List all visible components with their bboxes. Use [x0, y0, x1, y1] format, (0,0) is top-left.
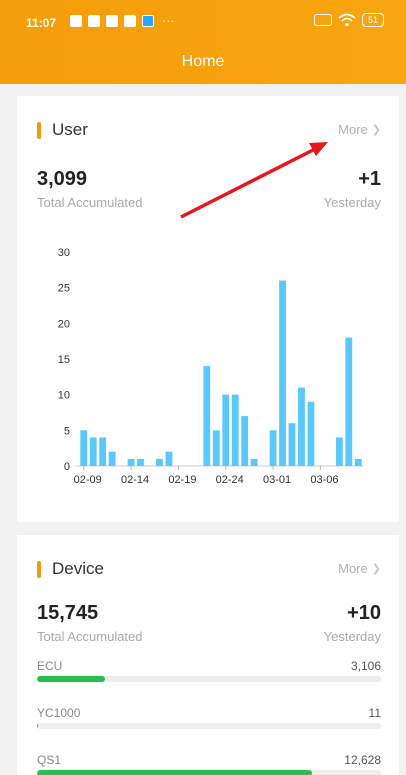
chart-bar-02-24[interactable] — [222, 394, 230, 466]
x-tick-label: 03-01 — [263, 474, 291, 486]
chart-bar-02-10[interactable] — [89, 437, 97, 466]
device-bar-fill — [37, 676, 105, 682]
x-tick-label: 02-09 — [74, 474, 102, 486]
device-bar-fill — [37, 770, 313, 775]
system-icons: 51 — [313, 13, 384, 27]
sim-icon — [313, 14, 332, 26]
device-delta-label: Yesterday — [323, 629, 381, 644]
chart-bar-02-27[interactable] — [250, 458, 258, 466]
app-header: 11:07 ··· 51 Home — [0, 0, 406, 84]
chart-bar-02-25[interactable] — [231, 394, 239, 466]
chart-bar-02-11[interactable] — [99, 437, 107, 466]
user-card: User More ❯ 3,099 +1 Total Accumulated Y… — [17, 96, 399, 522]
user-total-label: Total Accumulated — [37, 195, 143, 210]
user-chart: 0 5 10 15 20 25 30 02-09 02-14 02-19 02-24 03-01 03-… — [17, 236, 399, 516]
device-more-link[interactable]: More ❯ — [338, 561, 381, 576]
chart-bar-02-12[interactable] — [108, 451, 116, 466]
chart-bar-03-03[interactable] — [288, 423, 296, 466]
chart-bar-02-22[interactable] — [203, 366, 211, 466]
device-total-label: Total Accumulated — [37, 629, 143, 644]
y-tick-label: 5 — [64, 425, 70, 437]
x-tick-label: 02-24 — [216, 474, 244, 486]
more-label: More — [338, 122, 368, 137]
chart-bar-03-05[interactable] — [307, 401, 315, 466]
trash-icon — [88, 15, 100, 27]
chart-bar-03-09[interactable] — [345, 337, 353, 466]
chart-bar-03-02[interactable] — [279, 280, 286, 466]
wifi-icon — [338, 13, 356, 27]
status-bar: 11:07 ··· 51 — [0, 0, 406, 40]
user-more-link[interactable]: More ❯ — [338, 122, 381, 137]
device-card-title: Device — [37, 559, 104, 579]
device-count: 3,106 — [350, 659, 381, 673]
y-tick-label: 15 — [58, 354, 70, 366]
y-tick-label: 0 — [64, 461, 70, 473]
device-name: YC1000 — [37, 706, 81, 720]
device-card: Device More ❯ 15,745 +10 Total Accumulat… — [17, 535, 399, 775]
chevron-right-icon: ❯ — [371, 563, 381, 575]
more-notifications-icon: ··· — [162, 13, 175, 28]
chart-bar-02-18[interactable] — [165, 451, 173, 466]
y-tick-label: 20 — [58, 318, 70, 330]
accent-bar — [37, 560, 41, 578]
chart-bar-02-14[interactable] — [127, 458, 135, 466]
x-tick-label: 02-19 — [168, 474, 196, 486]
more-label: More — [338, 561, 368, 576]
chart-bar-03-01[interactable] — [269, 430, 277, 466]
chevron-right-icon: ❯ — [371, 124, 381, 136]
user-bar-chart: 0 5 10 15 20 25 30 02-09 02-14 02-19 02-24 03-01 03-… — [58, 247, 363, 486]
x-tick-label: 02-14 — [121, 474, 149, 486]
device-name: ECU — [37, 659, 63, 673]
chart-bar-02-09[interactable] — [80, 430, 88, 466]
chart-bar-02-26[interactable] — [241, 416, 249, 466]
user-card-title: User — [37, 120, 88, 140]
notification-icons: ··· — [70, 13, 175, 28]
chart-bar-02-17[interactable] — [156, 458, 163, 466]
chart-bar-03-10[interactable] — [354, 458, 362, 466]
status-time: 11:07 — [26, 16, 57, 30]
user-title-label: User — [52, 120, 88, 139]
cloud-icon — [106, 15, 118, 27]
accent-bar — [37, 121, 41, 139]
device-bar-track — [37, 676, 381, 682]
device-total: 15,745 — [37, 602, 99, 624]
user-delta-label: Yesterday — [323, 195, 381, 210]
x-tick-label: 03-06 — [310, 474, 338, 486]
y-tick-label: 25 — [58, 283, 70, 295]
chart-bar-03-04[interactable] — [298, 387, 305, 466]
calendar-icon — [124, 15, 136, 27]
y-tick-label: 10 — [58, 390, 70, 402]
chart-bar-03-08[interactable] — [335, 437, 343, 466]
user-delta: +1 — [358, 168, 381, 190]
device-delta: +10 — [347, 602, 381, 624]
device-count: 12,628 — [344, 753, 381, 767]
user-total: 3,099 — [37, 168, 88, 190]
device-bar-track — [37, 723, 381, 729]
chart-bar-02-23[interactable] — [212, 430, 220, 466]
page-title: Home — [181, 53, 225, 70]
battery-icon: 51 — [361, 13, 384, 27]
device-bar-track — [37, 770, 381, 775]
chart-bar-02-15[interactable] — [137, 458, 144, 466]
device-count: 11 — [368, 706, 381, 720]
device-title-label: Device — [52, 559, 104, 578]
y-tick-label: 30 — [58, 247, 70, 259]
device-name: QS1 — [37, 753, 62, 767]
app-icon — [142, 15, 154, 27]
trash-icon — [70, 15, 82, 27]
